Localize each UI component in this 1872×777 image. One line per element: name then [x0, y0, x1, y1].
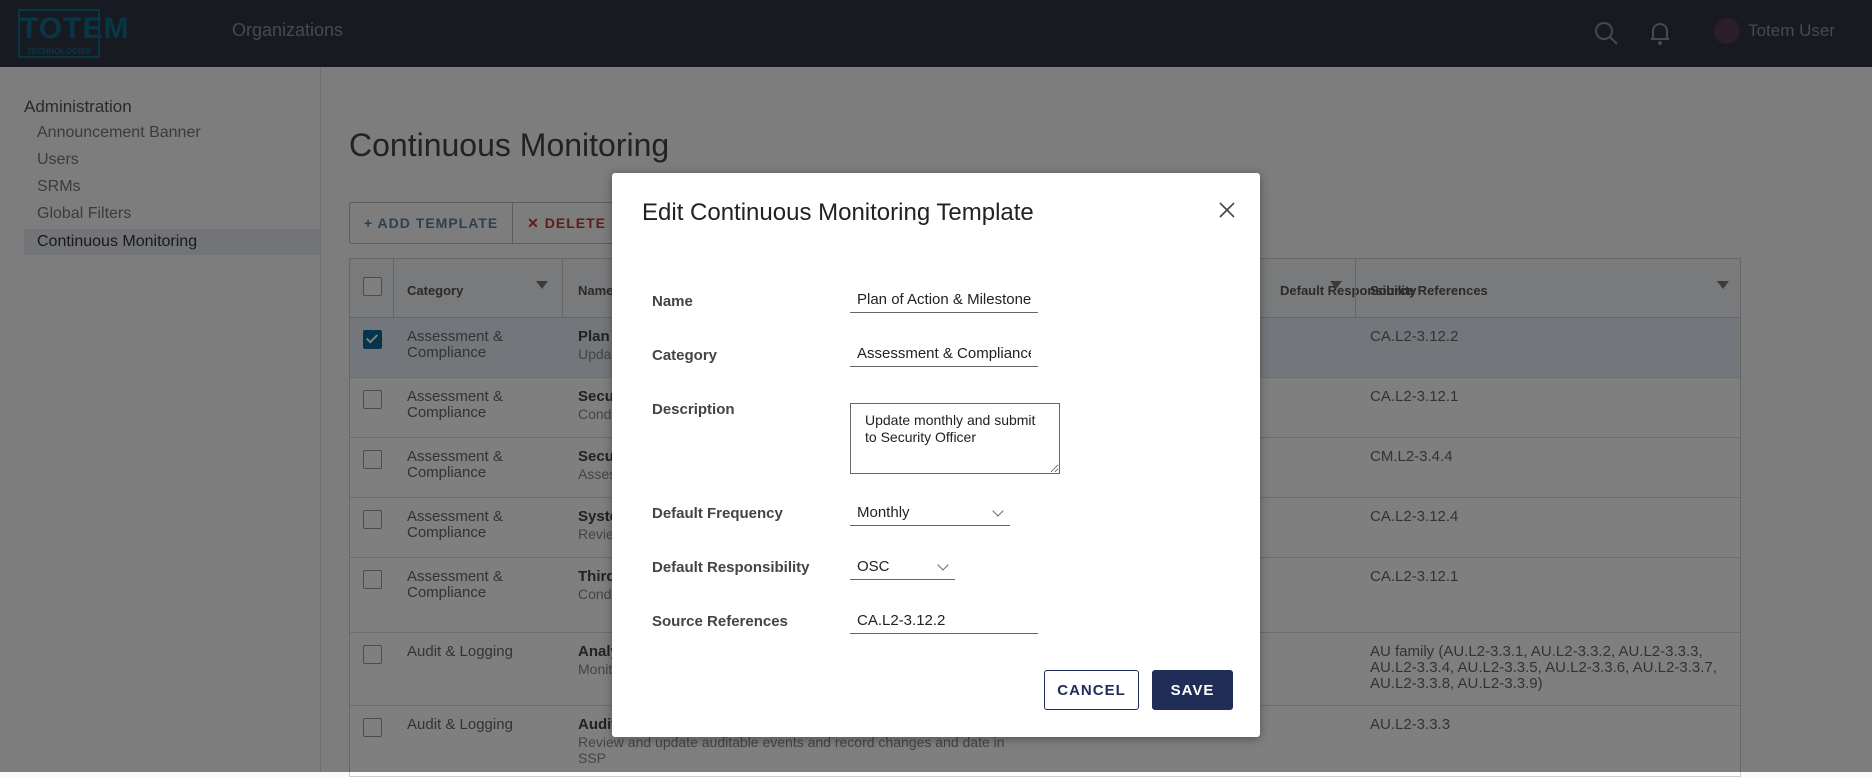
description-textarea[interactable]: Update monthly and submit to Security Of… — [850, 403, 1060, 474]
name-label: Name — [652, 293, 693, 310]
description-label: Description — [652, 401, 735, 418]
default-responsibility-label: Default Responsibility — [652, 559, 810, 576]
name-input[interactable] — [850, 287, 1038, 313]
source-references-label: Source References — [652, 613, 788, 630]
default-responsibility-value: OSC — [857, 558, 890, 575]
cancel-button[interactable]: CANCEL — [1044, 670, 1139, 710]
category-label: Category — [652, 347, 718, 364]
modal-title: Edit Continuous Monitoring Template — [642, 199, 1034, 226]
default-responsibility-select[interactable]: OSC — [850, 554, 955, 580]
chevron-down-icon — [992, 505, 1004, 517]
default-frequency-label: Default Frequency — [652, 505, 783, 522]
default-frequency-select[interactable]: Monthly — [850, 500, 1010, 526]
close-icon[interactable] — [1216, 199, 1238, 221]
save-button[interactable]: SAVE — [1152, 670, 1233, 710]
edit-template-modal: Edit Continuous Monitoring Template Name… — [612, 173, 1260, 737]
source-references-input[interactable] — [850, 608, 1038, 634]
default-frequency-value: Monthly — [857, 504, 910, 521]
chevron-down-icon — [937, 559, 949, 571]
category-input[interactable] — [850, 341, 1038, 367]
